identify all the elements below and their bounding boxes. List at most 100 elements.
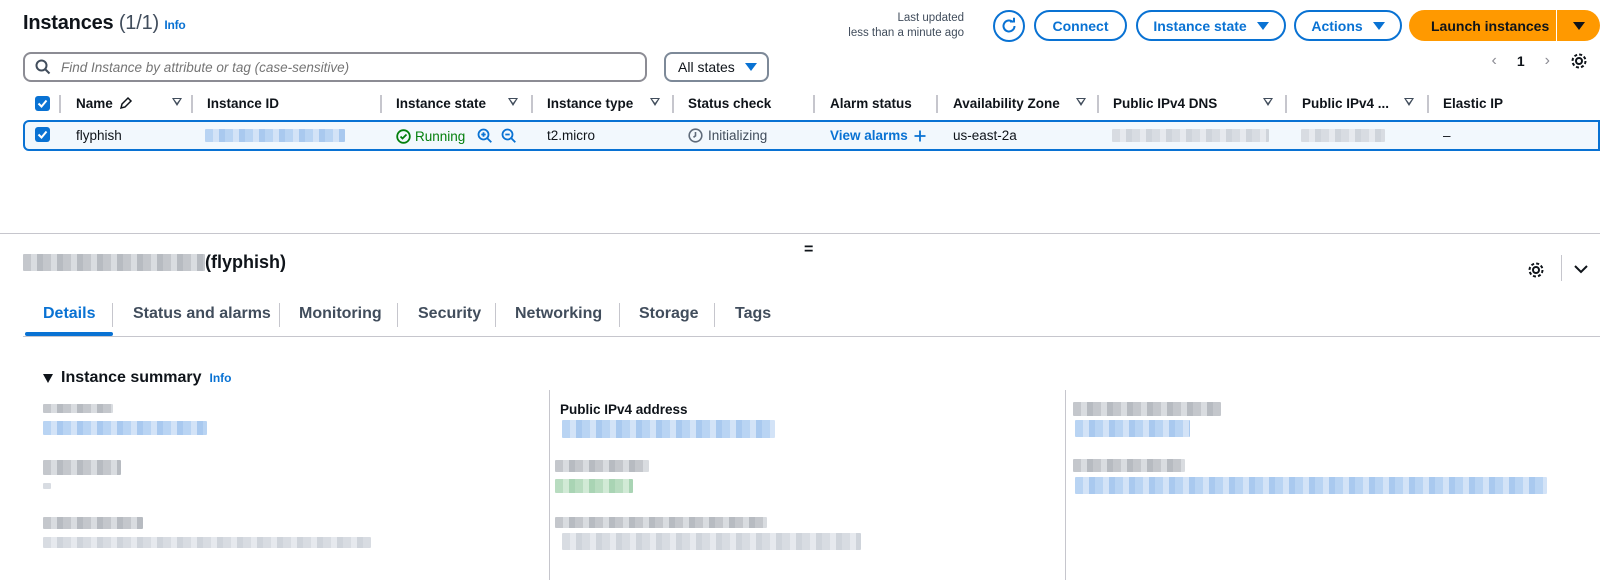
caret-down-icon <box>744 63 757 71</box>
connect-label: Connect <box>1052 17 1109 34</box>
refresh-button[interactable] <box>993 10 1025 42</box>
column-availability-zone[interactable]: Availability Zone <box>953 96 1060 111</box>
launch-options-button[interactable] <box>1556 10 1600 41</box>
header-divider <box>1561 255 1562 281</box>
column-instance-type[interactable]: Instance type <box>547 96 633 111</box>
clock-icon <box>688 128 703 143</box>
public-ipv4-value[interactable] <box>562 420 775 438</box>
column-divider <box>59 95 61 113</box>
column-divider <box>1427 95 1429 113</box>
field-label <box>1073 459 1185 472</box>
tab-divider <box>112 303 113 327</box>
sort-icon[interactable] <box>172 98 182 106</box>
gear-icon[interactable] <box>1527 261 1545 279</box>
add-alarm-icon[interactable] <box>914 130 926 142</box>
sort-icon[interactable] <box>1404 98 1414 106</box>
last-updated-value: less than a minute ago <box>848 27 964 39</box>
tab-details[interactable]: Details <box>43 305 95 323</box>
availability-zone-value: us-east-2a <box>953 128 1017 143</box>
instance-name[interactable]: flyphish <box>76 128 122 143</box>
public-ipv4-label: Public IPv4 address <box>560 402 688 417</box>
sort-icon[interactable] <box>650 98 660 106</box>
resize-handle-icon[interactable]: = <box>804 241 813 259</box>
status-success-icon <box>396 128 411 144</box>
field-value <box>43 537 371 548</box>
column-divider <box>936 95 938 113</box>
page-title: Instances (1/1) Info <box>23 12 186 35</box>
view-alarms-label: View alarms <box>830 128 908 143</box>
column-status-check[interactable]: Status check <box>688 96 771 111</box>
chevron-down-icon[interactable] <box>1573 263 1589 275</box>
tab-tags[interactable]: Tags <box>735 305 771 323</box>
column-public-dns[interactable]: Public IPv4 DNS <box>1113 96 1217 111</box>
last-updated: Last updated less than a minute ago <box>848 11 964 41</box>
caret-down-icon <box>1572 21 1585 30</box>
select-all-checkbox[interactable] <box>35 96 50 111</box>
tab-networking[interactable]: Networking <box>515 305 602 323</box>
pencil-icon <box>119 96 132 110</box>
column-divider <box>531 95 533 113</box>
tab-storage[interactable]: Storage <box>639 305 699 323</box>
launch-instances-label: Launch instances <box>1431 17 1550 34</box>
instance-state-button[interactable]: Instance state <box>1136 10 1286 41</box>
instance-summary-header[interactable]: Instance summary Info <box>43 369 232 387</box>
next-page-icon[interactable]: › <box>1545 52 1550 70</box>
column-public-ip[interactable]: Public IPv4 ... <box>1302 96 1389 111</box>
pagination: ‹ 1 › <box>1492 52 1588 70</box>
last-updated-label: Last updated <box>897 12 964 24</box>
zoom-out-icon[interactable] <box>501 128 517 144</box>
column-alarm-status[interactable]: Alarm status <box>830 96 912 111</box>
zoom-in-icon[interactable] <box>477 128 493 144</box>
actions-label: Actions <box>1311 17 1363 34</box>
gear-icon[interactable] <box>1570 52 1588 70</box>
table-row[interactable]: flyphish Running t2.micro Initializing V… <box>23 120 1600 151</box>
tab-divider <box>495 303 496 327</box>
column-elastic-ip[interactable]: Elastic IP <box>1443 96 1503 111</box>
field-value <box>555 479 633 493</box>
tab-divider <box>397 303 398 327</box>
search-box[interactable] <box>23 52 647 82</box>
instance-id-link[interactable] <box>205 129 345 142</box>
column-instance-id[interactable]: Instance ID <box>207 96 279 111</box>
field-value <box>1075 420 1190 437</box>
field-label <box>1073 402 1221 416</box>
field-label <box>43 404 113 413</box>
field-value <box>562 533 861 550</box>
instance-type-value: t2.micro <box>547 128 596 143</box>
field-label <box>43 517 143 529</box>
search-icon <box>35 59 51 75</box>
public-ip-value <box>1301 129 1385 142</box>
field-value <box>1075 477 1547 494</box>
column-instance-state[interactable]: Instance state <box>396 96 486 111</box>
tab-divider <box>714 303 715 327</box>
prev-page-icon[interactable]: ‹ <box>1492 52 1497 70</box>
info-link[interactable]: Info <box>210 371 232 385</box>
column-name[interactable]: Name <box>76 96 133 111</box>
instance-state-value: Running <box>415 128 466 144</box>
field-label <box>555 460 649 472</box>
row-checkbox[interactable] <box>35 127 50 142</box>
states-filter[interactable]: All states <box>664 52 769 82</box>
active-tab-indicator <box>25 332 113 336</box>
status-check-value: Initializing <box>708 128 768 143</box>
page-number[interactable]: 1 <box>1517 53 1525 69</box>
tab-security[interactable]: Security <box>418 305 481 323</box>
sort-icon[interactable] <box>1263 98 1273 106</box>
tab-monitoring[interactable]: Monitoring <box>299 305 382 323</box>
instance-id-redacted <box>23 254 205 271</box>
tab-status-and-alarms[interactable]: Status and alarms <box>133 305 271 323</box>
check-icon <box>37 130 48 139</box>
actions-button[interactable]: Actions <box>1294 10 1402 41</box>
elastic-ip-value: – <box>1443 128 1451 143</box>
field-label <box>555 517 767 528</box>
info-link[interactable]: Info <box>164 18 185 32</box>
search-input[interactable] <box>61 59 621 75</box>
view-alarms-link[interactable]: View alarms <box>830 128 926 143</box>
column-divider <box>549 390 550 580</box>
details-tabs: Details Status and alarms Monitoring Sec… <box>23 297 1600 337</box>
field-value <box>43 483 51 489</box>
launch-instances-button[interactable]: Launch instances <box>1409 10 1564 41</box>
connect-button[interactable]: Connect <box>1034 10 1127 41</box>
sort-icon[interactable] <box>508 98 518 106</box>
sort-icon[interactable] <box>1076 98 1086 106</box>
